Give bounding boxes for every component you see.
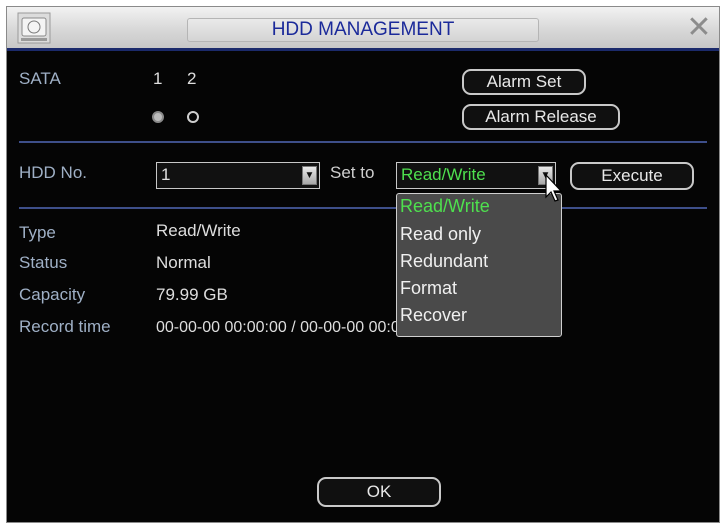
sata-2-indicator xyxy=(187,111,199,123)
ok-button[interactable]: OK xyxy=(317,477,441,507)
chevron-down-icon[interactable]: ▼ xyxy=(302,166,317,185)
hdd-icon xyxy=(17,12,51,44)
record-time-value: 00-00-00 00:00:00 / 00-00-00 00:00:00 xyxy=(156,319,431,336)
separator xyxy=(19,207,707,209)
record-time-label: Record time xyxy=(19,317,111,336)
status-value: Normal xyxy=(156,253,211,272)
status-label: Status xyxy=(19,253,68,272)
hdd-no-label: HDD No. xyxy=(19,163,88,182)
hdd-management-window: HDD MANAGEMENT ✕ SATA 1 2 Alarm Set Alar… xyxy=(6,6,720,523)
hdd-no-value: 1 xyxy=(161,165,171,184)
sata-1-indicator xyxy=(152,111,164,123)
alarm-release-button[interactable]: Alarm Release xyxy=(462,104,620,130)
dropdown-option-redundant[interactable]: Redundant xyxy=(400,251,488,272)
capacity-label: Capacity xyxy=(19,285,86,304)
mouse-cursor-icon xyxy=(545,173,563,202)
dropdown-option-read-only[interactable]: Read only xyxy=(400,224,481,245)
type-value: Read/Write xyxy=(156,221,241,240)
set-to-value: Read/Write xyxy=(401,165,486,184)
dropdown-option-format[interactable]: Format xyxy=(400,278,457,299)
title-bar: HDD MANAGEMENT ✕ xyxy=(7,7,719,51)
set-to-label: Set to xyxy=(330,163,375,182)
close-icon[interactable]: ✕ xyxy=(685,13,713,43)
separator xyxy=(19,141,707,143)
type-label: Type xyxy=(19,223,56,242)
alarm-set-button[interactable]: Alarm Set xyxy=(462,69,586,95)
window-title: HDD MANAGEMENT xyxy=(187,18,539,42)
set-to-dropdown-menu: Read/Write Read only Redundant Format Re… xyxy=(396,193,562,337)
dropdown-option-read-write[interactable]: Read/Write xyxy=(400,196,490,217)
hdd-no-select[interactable]: 1 ▼ xyxy=(156,162,320,189)
sata-port-2: 2 xyxy=(187,69,197,88)
set-to-select[interactable]: Read/Write ▼ xyxy=(396,162,556,189)
sata-port-1: 1 xyxy=(153,69,163,88)
sata-label: SATA xyxy=(19,69,61,88)
execute-button[interactable]: Execute xyxy=(570,162,694,190)
dropdown-option-recover[interactable]: Recover xyxy=(400,305,467,326)
capacity-value: 79.99 GB xyxy=(156,285,228,304)
